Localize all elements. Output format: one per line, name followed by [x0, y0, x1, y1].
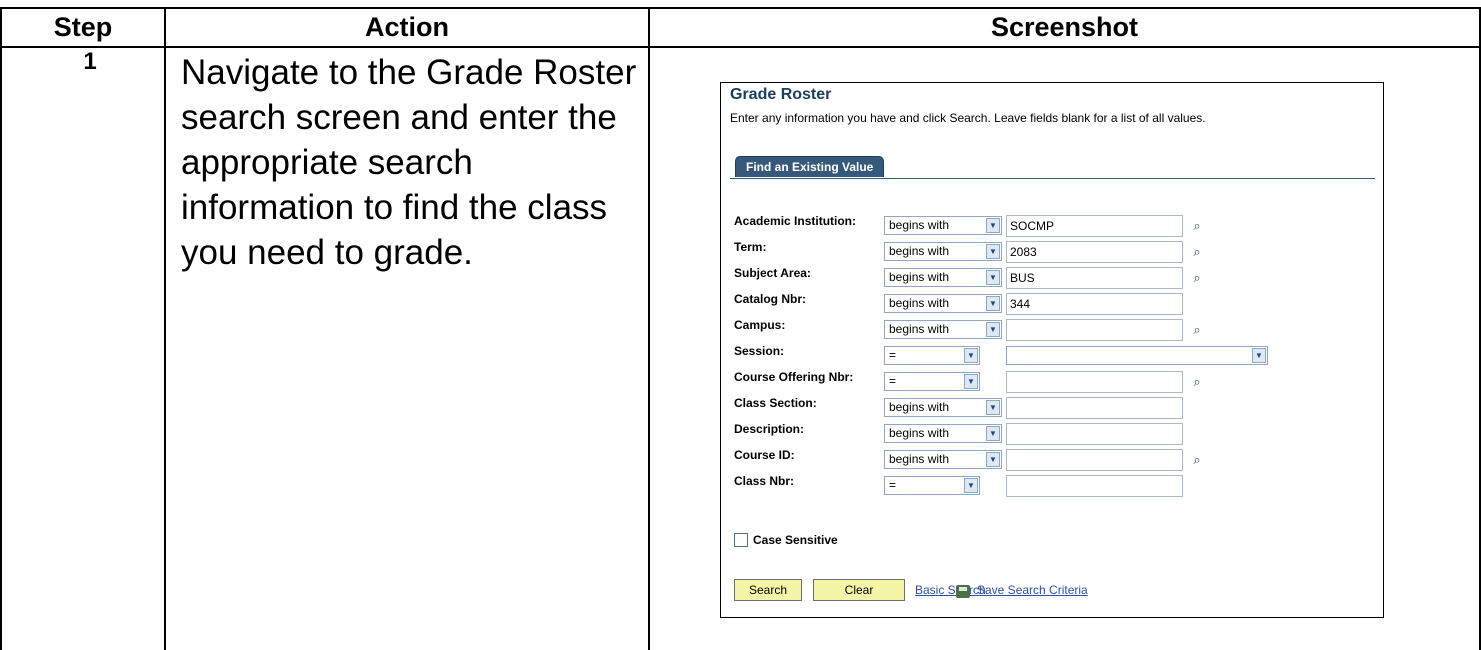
course-id-label: Course ID: [734, 448, 795, 462]
magnifier-icon[interactable]: ⌕ [1189, 244, 1205, 260]
header-step: Step [53, 12, 113, 42]
chevron-down-icon[interactable]: ▼ [986, 218, 1000, 233]
course-id-operator-value: begins with [889, 452, 950, 466]
table-header-border [0, 46, 1481, 48]
step-action-text: Navigate to the Grade Roster search scre… [181, 53, 637, 272]
subject-area-label: Subject Area: [734, 266, 811, 280]
campus-label: Campus: [734, 318, 786, 332]
table-col-divider-1 [164, 7, 166, 650]
chevron-down-icon[interactable]: ▼ [986, 322, 1000, 337]
magnifier-icon[interactable]: ⌕ [1189, 452, 1205, 468]
course-id-input[interactable] [1006, 449, 1183, 471]
catalog-nbr-input[interactable]: 344 [1006, 293, 1183, 315]
search-instructions: Enter any information you have and click… [730, 111, 1206, 125]
header-screenshot: Screenshot [990, 12, 1139, 42]
chevron-down-icon[interactable]: ▼ [986, 400, 1000, 415]
course-id-operator-select[interactable]: begins with ▼ [884, 450, 1002, 469]
catalog-nbr-label: Catalog Nbr: [734, 292, 806, 306]
campus-input[interactable] [1006, 319, 1183, 341]
magnifier-icon[interactable]: ⌕ [1189, 374, 1205, 390]
step-number: 1 [83, 48, 97, 75]
class-section-input[interactable] [1006, 397, 1183, 419]
description-label: Description: [734, 422, 805, 436]
campus-operator-value: begins with [889, 322, 950, 336]
page-title: Grade Roster [730, 86, 832, 103]
chevron-down-icon[interactable]: ▼ [986, 452, 1000, 467]
catalog-nbr-operator-value: begins with [889, 296, 950, 310]
academic-institution-label: Academic Institution: [734, 214, 857, 228]
grade-roster-search-panel: Grade Roster Enter any information you h… [720, 82, 1384, 618]
search-button[interactable]: Search [734, 579, 802, 601]
subject-area-input[interactable]: BUS [1006, 267, 1183, 289]
description-input[interactable] [1006, 423, 1183, 445]
term-input[interactable]: 2083 [1006, 241, 1183, 263]
class-section-operator-value: begins with [889, 400, 950, 414]
session-value-select[interactable]: ▼ [1006, 346, 1268, 365]
campus-operator-select[interactable]: begins with ▼ [884, 320, 1002, 339]
course-offering-nbr-operator-value: = [889, 374, 897, 388]
session-operator-value: = [889, 348, 897, 362]
chevron-down-icon[interactable]: ▼ [1252, 348, 1266, 363]
catalog-nbr-operator-select[interactable]: begins with ▼ [884, 294, 1002, 313]
magnifier-icon[interactable]: ⌕ [1189, 270, 1205, 286]
basic-search-link[interactable]: Basic Search [915, 583, 986, 597]
course-offering-nbr-input[interactable] [1006, 371, 1183, 393]
save-disk-icon[interactable] [956, 585, 970, 598]
class-nbr-operator-select[interactable]: = ▼ [884, 476, 980, 495]
chevron-down-icon[interactable]: ▼ [986, 296, 1000, 311]
academic-institution-input[interactable]: SOCMP [1006, 215, 1183, 237]
tab-find-existing-value[interactable]: Find an Existing Value [735, 156, 885, 177]
class-section-operator-select[interactable]: begins with ▼ [884, 398, 1002, 417]
chevron-down-icon[interactable]: ▼ [964, 478, 978, 493]
term-label: Term: [734, 240, 767, 254]
term-operator-select[interactable]: begins with ▼ [884, 242, 1002, 261]
session-label: Session: [734, 344, 785, 358]
class-section-label: Class Section: [734, 396, 817, 410]
session-operator-select[interactable]: = ▼ [884, 346, 980, 365]
subject-area-operator-value: begins with [889, 270, 950, 284]
chevron-down-icon[interactable]: ▼ [964, 374, 978, 389]
term-operator-value: begins with [889, 244, 950, 258]
subject-area-operator-select[interactable]: begins with ▼ [884, 268, 1002, 287]
case-sensitive-label: Case Sensitive [753, 533, 838, 547]
chevron-down-icon[interactable]: ▼ [986, 270, 1000, 285]
description-operator-select[interactable]: begins with ▼ [884, 424, 1002, 443]
class-nbr-label: Class Nbr: [734, 474, 795, 488]
magnifier-icon[interactable]: ⌕ [1189, 322, 1205, 338]
header-action: Action [365, 12, 449, 42]
description-operator-value: begins with [889, 426, 950, 440]
course-offering-nbr-label: Course Offering Nbr: [734, 370, 854, 384]
academic-institution-operator-select[interactable]: begins with ▼ [884, 216, 1002, 235]
chevron-down-icon[interactable]: ▼ [964, 348, 978, 363]
chevron-down-icon[interactable]: ▼ [986, 426, 1000, 441]
document-page: Step Action Screenshot 1 Navigate to the… [0, 0, 1481, 650]
save-search-criteria-link[interactable]: Save Search Criteria [977, 583, 1088, 597]
class-nbr-input[interactable] [1006, 475, 1183, 497]
table-left-border [0, 7, 2, 650]
class-nbr-operator-value: = [889, 478, 897, 492]
academic-institution-operator-value: begins with [889, 218, 950, 232]
chevron-down-icon[interactable]: ▼ [986, 244, 1000, 259]
magnifier-icon[interactable]: ⌕ [1189, 218, 1205, 234]
case-sensitive-checkbox[interactable] [734, 533, 748, 547]
clear-button[interactable]: Clear [813, 579, 905, 601]
tab-divider [730, 178, 1375, 179]
course-offering-nbr-operator-select[interactable]: = ▼ [884, 372, 980, 391]
